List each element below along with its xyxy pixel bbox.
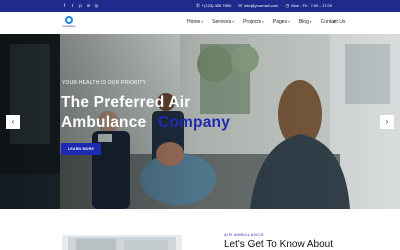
mail-icon: ✉ (238, 3, 243, 8)
clock-icon: ◷ (285, 3, 290, 8)
site-header: CareWave Home ▾ Services ▾ Projects ▾ Pa… (0, 12, 400, 34)
linkedin-icon[interactable]: in (86, 3, 91, 8)
nav-label: Home (187, 19, 201, 25)
about-image (62, 235, 182, 250)
nav-label: Pages (272, 19, 288, 25)
phone-text: +(123) 456 7890 (201, 3, 232, 8)
nav-item-pages[interactable]: Pages ▾ (273, 19, 290, 25)
hero-title-line1: The Preferred Air (61, 94, 191, 111)
contact-info: ✆ +(123) 456 7890 ✉ info@yourmail.com ◷ … (196, 3, 332, 9)
main-nav: Home ▾ Services ▾ Projects ▾ Pages ▾ Blo… (187, 19, 345, 25)
nav-item-services[interactable]: Services ▾ (212, 19, 234, 25)
email-text: info@yourmail.com (244, 3, 279, 8)
hero-title-accent: Company (158, 114, 231, 131)
hours-text: Mon - Fri : 7:00 - 17:00 (291, 3, 332, 8)
slider-prev-arrow[interactable]: ‹ (6, 115, 20, 129)
nav-label: Services (212, 19, 232, 25)
chevron-down-icon: ▾ (262, 20, 264, 24)
phone-icon: ✆ (196, 3, 200, 8)
dribbble-icon[interactable]: ◎ (94, 3, 99, 8)
top-bar: f t p in ◎ ✆ +(123) 456 7890 ✉ info@your… (0, 0, 400, 12)
facebook-icon[interactable]: f (62, 3, 67, 8)
hero-title-line2: Ambulance (61, 114, 147, 131)
chevron-down-icon: ▾ (309, 20, 312, 24)
chevron-down-icon: ▾ (288, 20, 290, 24)
slider-next-arrow[interactable]: › (380, 115, 394, 129)
hero-eyebrow: YOUR HEALTH IS OUR PRIORITY (62, 80, 147, 86)
email-contact[interactable]: ✉ info@yourmail.com (238, 3, 278, 9)
about-title: Let's Get To Know About (224, 239, 334, 250)
chevron-down-icon: ▾ (232, 20, 235, 24)
nav-item-blog[interactable]: Blog ▾ (299, 19, 312, 25)
hero-slider: YOUR HEALTH IS OUR PRIORITY The Preferre… (0, 34, 400, 209)
about-section: AIR AMBULANCE Let's Get To Know About (0, 209, 400, 250)
about-label: AIR AMBULANCE (224, 232, 265, 237)
pinterest-icon[interactable]: p (78, 3, 83, 8)
chevron-down-icon: ▾ (201, 20, 204, 24)
learn-more-button[interactable]: LEARN MORE (61, 143, 101, 155)
search-icon[interactable]: ⌕ (333, 19, 336, 26)
nav-item-home[interactable]: Home ▾ (187, 19, 203, 25)
site-logo[interactable]: CareWave (60, 16, 78, 30)
logo-icon (65, 16, 73, 24)
hours-contact: ◷ Mon - Fri : 7:00 - 17:00 (285, 3, 332, 9)
nav-label: Blog (298, 19, 309, 25)
phone-contact[interactable]: ✆ +(123) 456 7890 (196, 3, 231, 9)
nav-item-projects[interactable]: Projects ▾ (243, 19, 264, 25)
social-links: f t p in ◎ (62, 3, 99, 8)
nav-label: Projects (243, 19, 262, 25)
twitter-icon[interactable]: t (70, 3, 75, 8)
logo-text: CareWave (62, 25, 76, 28)
